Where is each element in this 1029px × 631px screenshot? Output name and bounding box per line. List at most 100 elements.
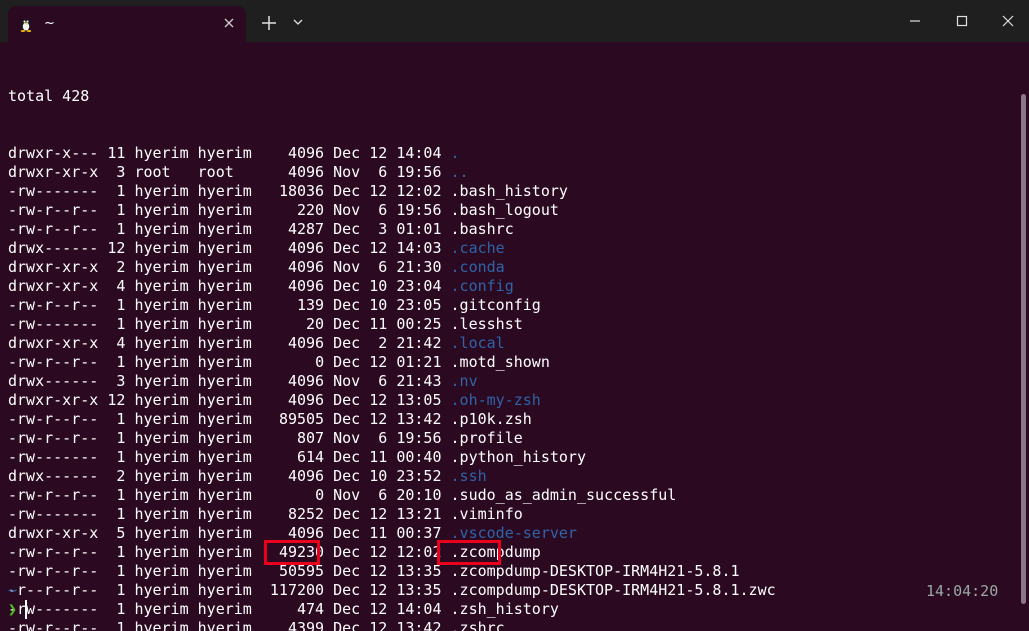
listing-size-value: 220 — [297, 201, 325, 219]
listing-owner: hyerim — [134, 144, 197, 162]
listing-group-value: hyerim — [197, 296, 252, 314]
linux-tux-icon — [20, 19, 32, 32]
directory-name: .. — [450, 163, 469, 181]
listing-links-value: 1 — [116, 562, 126, 580]
listing-date: Dec 12 13:35 — [333, 581, 450, 599]
listing-size: 4096 — [261, 144, 333, 162]
listing-links: 1 — [107, 220, 134, 238]
listing-links: 1 — [107, 182, 134, 200]
file-name: .bashrc — [450, 220, 514, 238]
listing-date: Dec 12 13:42 — [333, 619, 450, 631]
listing-group: hyerim — [198, 600, 261, 618]
directory-name: .local — [450, 334, 505, 352]
listing-owner: hyerim — [134, 258, 197, 276]
listing-date: Nov 6 19:56 — [333, 163, 450, 181]
listing-group: hyerim — [198, 581, 261, 599]
listing-perm: -rw------- — [8, 182, 107, 200]
file-name: .zshrc — [450, 619, 505, 631]
listing-group-value: hyerim — [197, 543, 252, 561]
listing-size: 4287 — [261, 220, 333, 238]
chevron-down-icon[interactable] — [290, 14, 306, 30]
listing-owner: hyerim — [134, 201, 197, 219]
listing-group: hyerim — [198, 410, 261, 428]
listing-size: 614 — [261, 448, 333, 466]
listing-size: 4096 — [261, 334, 333, 352]
directory-name: .config — [450, 277, 514, 295]
listing-date-value: Nov 6 19:56 — [333, 201, 442, 219]
listing-owner-value: hyerim — [134, 258, 189, 276]
maximize-icon[interactable] — [948, 7, 976, 35]
close-icon[interactable] — [221, 15, 237, 31]
listing-date-value: Dec 12 14:04 — [333, 600, 442, 618]
list-item: -rw-r--r-- 1 hyerim hyerim 50595 Dec 12 … — [8, 562, 776, 581]
listing-perm-value: -rw------- — [8, 182, 99, 200]
listing-owner-value: hyerim — [134, 391, 189, 409]
terminal-window: ~ total 428 drwxr-x--- 11 hyerim hyerim … — [0, 0, 1029, 631]
list-item: -rw------- 1 hyerim hyerim 614 Dec 11 00… — [8, 448, 776, 467]
listing-group: hyerim — [198, 315, 261, 333]
listing-date: Dec 11 00:25 — [333, 315, 450, 333]
listing-group: hyerim — [198, 372, 261, 390]
terminal-output[interactable]: total 428 drwxr-x--- 11 hyerim hyerim 40… — [0, 42, 1029, 631]
listing-size: 4096 — [261, 467, 333, 485]
listing-links: 1 — [107, 315, 134, 333]
listing-group: hyerim — [198, 543, 261, 561]
close-window-icon[interactable] — [994, 7, 1022, 35]
listing-links-value: 1 — [116, 429, 126, 447]
listing-size-value: 474 — [297, 600, 325, 618]
listing-size-value: 4096 — [287, 239, 325, 257]
listing-links: 2 — [107, 467, 134, 485]
listing-date: Dec 10 23:04 — [333, 277, 450, 295]
listing-links: 1 — [107, 486, 134, 504]
scrollbar-thumb[interactable] — [1021, 94, 1026, 604]
listing-perm-value: drwx------ — [8, 372, 99, 390]
listing-owner-value: hyerim — [134, 296, 189, 314]
listing-size-value: 8252 — [287, 505, 325, 523]
prompt-symbol: ❯ — [8, 600, 18, 618]
listing-owner: hyerim — [134, 562, 197, 580]
listing-links: 1 — [107, 619, 134, 631]
listing-group-value: hyerim — [197, 410, 252, 428]
plus-icon[interactable] — [258, 12, 280, 34]
listing-size: 4399 — [261, 619, 333, 631]
listing-date: Dec 12 12:02 — [333, 543, 450, 561]
listing-date-value: Dec 12 12:02 — [333, 543, 442, 561]
listing-group: hyerim — [198, 524, 261, 542]
listing-perm-value: -rw-r--r-- — [8, 619, 99, 631]
listing-perm: -rw-r--r-- — [8, 619, 107, 631]
listing-group-value: root — [197, 163, 234, 181]
file-name: .motd_shown — [450, 353, 550, 371]
listing-perm: drwxr-xr-x — [8, 277, 107, 295]
listing-size-value: 4399 — [287, 619, 325, 631]
listing-group: hyerim — [198, 562, 261, 580]
listing-group-value: hyerim — [197, 600, 252, 618]
listing-perm-value: -r--r--r-- — [8, 581, 99, 599]
listing-owner: hyerim — [134, 239, 197, 257]
tab-home[interactable]: ~ — [8, 6, 246, 42]
list-item: -rw-r--r-- 1 hyerim hyerim 4399 Dec 12 1… — [8, 619, 776, 631]
listing-owner: hyerim — [134, 448, 197, 466]
listing-owner: hyerim — [134, 410, 197, 428]
listing-size: 0 — [261, 486, 333, 504]
listing-date-value: Dec 12 13:42 — [333, 619, 442, 631]
listing-links-value: 12 — [107, 391, 126, 409]
listing-group-value: hyerim — [197, 220, 252, 238]
listing-links-value: 1 — [116, 505, 126, 523]
file-name: .gitconfig — [450, 296, 541, 314]
listing-group: hyerim — [198, 144, 261, 162]
text-cursor[interactable] — [25, 600, 27, 619]
listing-perm: -rw-r--r-- — [8, 543, 107, 561]
minimize-icon[interactable] — [901, 7, 929, 35]
listing-links: 1 — [107, 296, 134, 314]
list-item: -rw------- 1 hyerim hyerim 8252 Dec 12 1… — [8, 505, 776, 524]
listing-perm-value: drwxr-xr-x — [8, 277, 99, 295]
listing-size-value: 0 — [315, 486, 325, 504]
listing-group: hyerim — [198, 239, 261, 257]
ls-listing: total 428 drwxr-x--- 11 hyerim hyerim 40… — [8, 49, 776, 631]
listing-perm-value: -rw-r--r-- — [8, 353, 99, 371]
listing-perm-value: -rw------- — [8, 505, 99, 523]
listing-group: root — [198, 163, 261, 181]
directory-name: . — [450, 144, 460, 162]
listing-size: 89505 — [261, 410, 333, 428]
listing-size-value: 4096 — [287, 144, 325, 162]
